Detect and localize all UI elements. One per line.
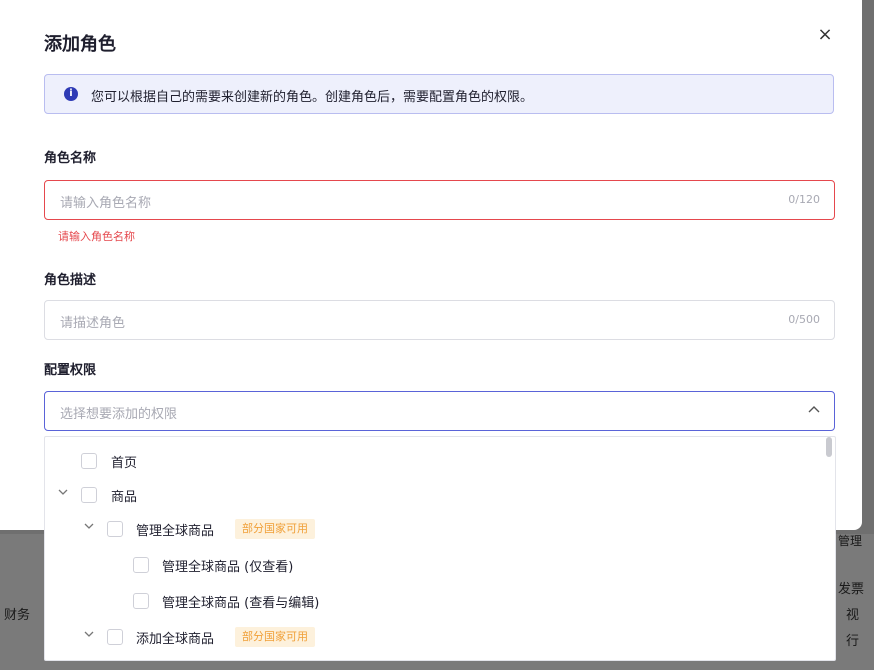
info-text: 您可以根据自己的需要来创建新的角色。创建角色后，需要配置角色的权限。: [91, 90, 534, 105]
permissions-dropdown: 首页 商品 管理全球商品 部分国家可用 管理全球商品 (仅查看) 管理全球商品 …: [44, 436, 836, 661]
tree-item-home[interactable]: 首页: [45, 445, 825, 479]
role-name-placeholder: 请输入角色名称: [60, 196, 152, 211]
background-text-invoice: 发票: [838, 582, 865, 597]
tree-item-manage-view-edit[interactable]: 管理全球商品 (查看与编辑): [45, 585, 825, 619]
tree-item-add-global-products[interactable]: 添加全球商品 部分国家可用: [45, 621, 825, 655]
background-text-video: 视: [846, 608, 860, 623]
checkbox[interactable]: [107, 521, 123, 537]
role-name-error: 请输入角色名称: [58, 230, 135, 243]
checkbox[interactable]: [107, 629, 123, 645]
tree-item-label: 管理全球商品: [136, 524, 215, 539]
tree-item-label: 商品: [111, 490, 138, 505]
modal-title: 添加角色: [44, 34, 116, 55]
role-desc-label: 角色描述: [44, 273, 97, 288]
role-desc-counter: 0/500: [788, 313, 820, 326]
background-text-finance: 财务: [4, 608, 31, 623]
background-text-row: 行: [846, 634, 860, 649]
checkbox[interactable]: [133, 593, 149, 609]
chevron-down-icon[interactable]: [84, 522, 94, 533]
tree-item-label: 首页: [111, 456, 138, 471]
chevron-down-icon[interactable]: [84, 630, 94, 641]
permissions-label: 配置权限: [44, 363, 97, 378]
tree-item-label: 管理全球商品 (查看与编辑): [162, 596, 320, 611]
role-name-input[interactable]: 请输入角色名称 0/120: [44, 180, 835, 220]
availability-tag: 部分国家可用: [235, 519, 315, 539]
checkbox[interactable]: [81, 487, 97, 503]
availability-tag: 部分国家可用: [235, 627, 315, 647]
info-banner: i 您可以根据自己的需要来创建新的角色。创建角色后，需要配置角色的权限。: [44, 74, 834, 114]
chevron-up-icon[interactable]: [808, 402, 820, 416]
permissions-placeholder: 选择想要添加的权限: [60, 407, 178, 422]
background-text-manage: 管理: [838, 534, 863, 548]
role-desc-input[interactable]: 请描述角色 0/500: [44, 300, 835, 340]
close-icon[interactable]: ×: [814, 24, 836, 46]
tree-item-manage-view-only[interactable]: 管理全球商品 (仅查看): [45, 549, 825, 583]
info-icon: i: [64, 87, 78, 101]
role-name-counter: 0/120: [788, 193, 820, 206]
tree-item-label: 管理全球商品 (仅查看): [162, 560, 294, 575]
tree-item-manage-global-products[interactable]: 管理全球商品 部分国家可用: [45, 513, 825, 547]
role-desc-placeholder: 请描述角色: [60, 316, 126, 331]
checkbox[interactable]: [133, 557, 149, 573]
dropdown-scrollbar[interactable]: [826, 437, 832, 457]
chevron-down-icon[interactable]: [58, 488, 68, 499]
tree-item-products[interactable]: 商品: [45, 479, 825, 513]
tree-item-label: 添加全球商品: [136, 632, 215, 647]
permissions-select[interactable]: 选择想要添加的权限: [44, 391, 835, 431]
checkbox[interactable]: [81, 453, 97, 469]
role-name-label: 角色名称: [44, 151, 97, 166]
